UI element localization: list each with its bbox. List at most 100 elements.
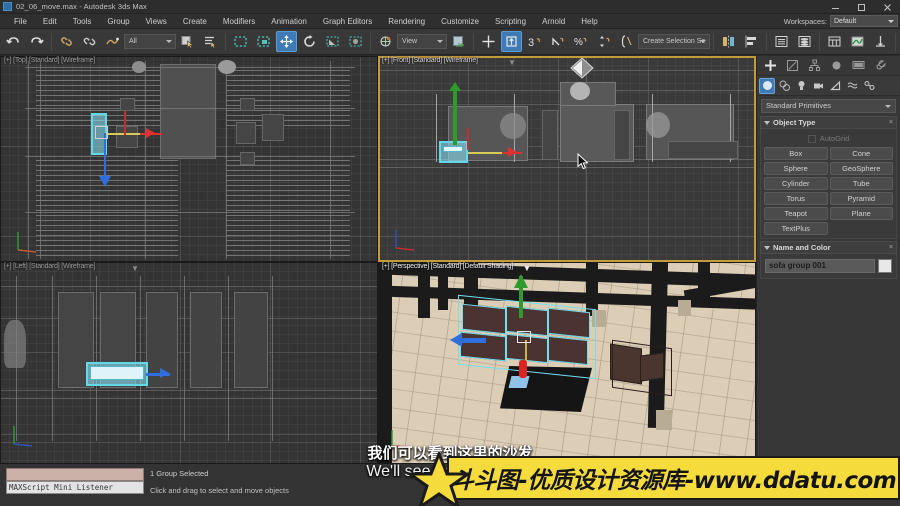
select-object-icon[interactable]: [177, 31, 198, 52]
viewport-label-front[interactable]: [+] [Front] [Standard] [Wireframe]: [382, 57, 478, 64]
menu-views[interactable]: Views: [138, 14, 175, 29]
subcategory-dropdown[interactable]: Standard Primitives: [761, 99, 896, 113]
menu-create[interactable]: Create: [175, 14, 215, 29]
menu-help[interactable]: Help: [573, 14, 605, 29]
menu-file[interactable]: File: [6, 14, 35, 29]
box-button[interactable]: Box: [764, 147, 828, 160]
percent-snap-toggle-icon[interactable]: [547, 31, 568, 52]
autogrid-checkbox[interactable]: [807, 134, 816, 143]
window-crossing-icon[interactable]: [253, 31, 274, 52]
rectangular-selection-region-icon[interactable]: [230, 31, 251, 52]
menu-tools[interactable]: Tools: [65, 14, 100, 29]
viewport-left[interactable]: [+] [Left] [Standard] [Wireframe] ▼: [0, 262, 378, 464]
rollout-pin-icon[interactable]: ×: [889, 119, 893, 126]
viewport-filter-icon[interactable]: ▼: [131, 264, 139, 273]
unlink-selection-icon[interactable]: [79, 31, 100, 52]
viewport-filter-icon[interactable]: ▼: [523, 264, 531, 273]
textplus-button[interactable]: TextPlus: [764, 222, 828, 235]
menu-scripting[interactable]: Scripting: [487, 14, 534, 29]
sphere-button[interactable]: Sphere: [764, 162, 828, 175]
menu-animation[interactable]: Animation: [263, 14, 315, 29]
ribbon-toggle-icon[interactable]: [824, 31, 845, 52]
cameras-category[interactable]: [810, 78, 826, 94]
move-gizmo-x[interactable]: [508, 147, 517, 157]
edit-named-selection-sets-icon[interactable]: [593, 31, 614, 52]
schematic-view-icon[interactable]: [870, 31, 891, 52]
workspaces-dropdown[interactable]: Default: [830, 15, 898, 27]
use-pivot-point-center-icon[interactable]: [448, 31, 469, 52]
modify-tab[interactable]: [781, 57, 803, 74]
object-color-swatch[interactable]: [878, 259, 892, 273]
select-and-manipulate-icon[interactable]: [478, 31, 499, 52]
menu-graph-editors[interactable]: Graph Editors: [315, 14, 380, 29]
named-selection-brace-icon[interactable]: [616, 31, 637, 52]
maximize-icon[interactable]: [848, 0, 874, 14]
viewport-label-top[interactable]: [+] [Top] [Standard] [Wireframe]: [4, 57, 95, 64]
torus-button[interactable]: Torus: [764, 192, 828, 205]
reference-coordinate-icon[interactable]: [375, 31, 396, 52]
autogrid-row[interactable]: AutoGrid: [764, 132, 893, 147]
name-and-color-header[interactable]: Name and Color ×: [760, 241, 897, 254]
spinner-snap-toggle-icon[interactable]: %: [570, 31, 591, 52]
geometry-category[interactable]: [759, 77, 775, 94]
redo-icon[interactable]: [26, 31, 47, 52]
menu-arnold[interactable]: Arnold: [534, 14, 573, 29]
select-and-move-icon[interactable]: [276, 31, 297, 52]
motion-tab[interactable]: [825, 57, 847, 74]
move-gizmo-z[interactable]: [514, 274, 528, 288]
move-gizmo-x[interactable]: [160, 368, 169, 378]
viewport-top[interactable]: [+] [Top] [Standard] [Wireframe]: [0, 56, 378, 262]
helpers-category[interactable]: [827, 78, 843, 94]
move-gizmo-x[interactable]: [146, 128, 155, 138]
menu-group[interactable]: Group: [99, 14, 137, 29]
create-tab[interactable]: [759, 57, 781, 74]
cone-button[interactable]: Cone: [829, 147, 893, 160]
viewport-filter-icon[interactable]: ▼: [508, 58, 516, 67]
selection-filter-dropdown[interactable]: All: [124, 34, 176, 49]
maxscript-input-line[interactable]: MAXScript Mini Listener: [6, 481, 144, 494]
layer-explorer-icon[interactable]: [771, 31, 792, 52]
pyramid-button[interactable]: Pyramid: [829, 192, 893, 205]
tube-button[interactable]: Tube: [829, 177, 893, 190]
viewport-label-perspective[interactable]: [+] [Perspective] [Standard] [Default Sh…: [382, 263, 513, 270]
plane-button[interactable]: Plane: [829, 207, 893, 220]
menu-edit[interactable]: Edit: [35, 14, 65, 29]
menu-customize[interactable]: Customize: [433, 14, 487, 29]
bind-to-space-warp-icon[interactable]: [102, 31, 123, 52]
snaps-toggle-icon[interactable]: [501, 31, 522, 52]
angle-snap-toggle-icon[interactable]: 3: [524, 31, 545, 52]
viewport-perspective[interactable]: [+] [Perspective] [Standard] [Default Sh…: [378, 262, 756, 464]
hierarchy-tab[interactable]: [803, 57, 825, 74]
use-center-flyout-icon[interactable]: [345, 31, 366, 52]
viewport-front[interactable]: [+] [Front] [Standard] [Wireframe] ▼: [378, 56, 756, 262]
shapes-category[interactable]: [776, 78, 792, 94]
geosphere-button[interactable]: GeoSphere: [829, 162, 893, 175]
rollout-pin-icon[interactable]: ×: [889, 244, 893, 251]
menu-rendering[interactable]: Rendering: [380, 14, 433, 29]
minimize-icon[interactable]: [822, 0, 848, 14]
systems-category[interactable]: [861, 78, 877, 94]
select-by-name-icon[interactable]: [200, 31, 221, 52]
teapot-button[interactable]: Teapot: [764, 207, 828, 220]
display-tab[interactable]: [847, 57, 869, 74]
viewport-label-left[interactable]: [+] [Left] [Standard] [Wireframe]: [4, 263, 95, 270]
move-gizmo-x[interactable]: [450, 333, 462, 347]
undo-icon[interactable]: [3, 31, 24, 52]
object-name-input[interactable]: sofa group 001: [765, 259, 875, 273]
move-gizmo-y[interactable]: [99, 176, 111, 187]
lights-category[interactable]: [793, 78, 809, 94]
mirror-icon[interactable]: [718, 31, 739, 52]
curve-editor-icon[interactable]: [847, 31, 868, 52]
select-and-scale-icon[interactable]: [322, 31, 343, 52]
create-selection-set-dropdown[interactable]: Create Selection Se: [638, 34, 710, 49]
move-gizmo-y[interactable]: [519, 360, 527, 378]
align-icon[interactable]: [741, 31, 762, 52]
select-and-rotate-icon[interactable]: [299, 31, 320, 52]
cylinder-button[interactable]: Cylinder: [764, 177, 828, 190]
object-type-header[interactable]: Object Type ×: [760, 116, 897, 129]
scene-explorer-icon[interactable]: [794, 31, 815, 52]
move-gizmo-z[interactable]: [449, 82, 461, 91]
select-and-link-icon[interactable]: [56, 31, 77, 52]
close-icon[interactable]: [874, 0, 900, 14]
menu-modifiers[interactable]: Modifiers: [215, 14, 263, 29]
